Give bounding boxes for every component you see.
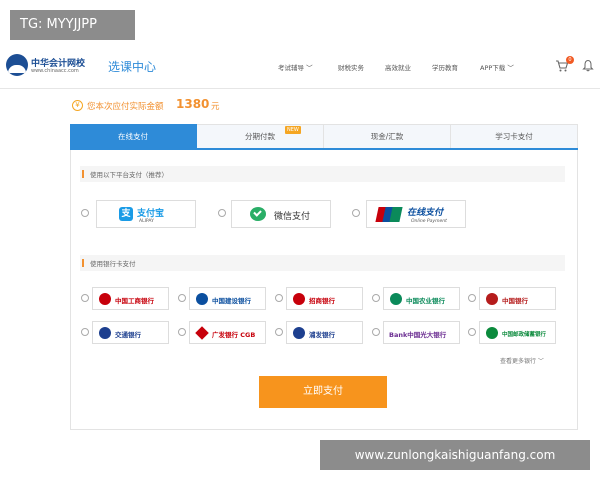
bank-spdb-label: 浦发银行 [309, 331, 335, 339]
amount-label: 您本次应付实际金额 [87, 102, 164, 112]
radio-bank-spdb[interactable] [275, 328, 283, 336]
boc-icon [486, 293, 498, 305]
radio-bank-boc[interactable] [468, 294, 476, 302]
bank-bocom-label: 交通银行 [115, 331, 141, 339]
logo-icon [6, 54, 28, 76]
tab-online-payment[interactable]: 在线支付 [70, 124, 197, 148]
radio-alipay[interactable] [81, 209, 89, 217]
radio-unionpay[interactable] [352, 209, 360, 217]
bank-cgb[interactable]: 广发银行 CGB [189, 321, 266, 344]
bank-ceb[interactable]: Bank中国光大银行 [383, 321, 460, 344]
unionpay-label: 在线支付 [407, 208, 444, 218]
bocom-icon [99, 327, 111, 339]
bank-ccb[interactable]: 中国建设银行 [189, 287, 266, 310]
bank-section-title: 使用银行卡支付 [90, 260, 136, 268]
alipay-icon: 支 [119, 207, 133, 221]
bank-section-header: 使用银行卡支付 [80, 255, 565, 271]
cmb-icon [293, 293, 305, 305]
new-badge: NEW [285, 126, 301, 134]
bank-boc[interactable]: 中国银行 [479, 287, 556, 310]
watermark-bottom: www.zunlongkaishiguanfang.com [320, 440, 590, 470]
radio-bank-cgb[interactable] [178, 328, 186, 336]
bank-bocom[interactable]: 交通银行 [92, 321, 169, 344]
alipay-sub: ALIPAY [139, 219, 154, 224]
section-marker [82, 170, 84, 178]
bank-boc-label: 中国银行 [502, 297, 528, 305]
bank-ccb-label: 中国建设银行 [212, 297, 251, 305]
option-unionpay[interactable]: 在线支付 Online Payment [366, 200, 466, 228]
bank-spdb[interactable]: 浦发银行 [286, 321, 363, 344]
bank-cgb-label: 广发银行 CGB [212, 331, 256, 339]
abc-icon [390, 293, 402, 305]
header-divider [0, 88, 600, 89]
ccb-icon [196, 293, 208, 305]
radio-wechat[interactable] [218, 209, 226, 217]
logo-url: www.chinaacc.com [31, 68, 79, 74]
payment-tabs: 在线支付 分期付款 NEW 现金/汇款 学习卡支付 [70, 124, 578, 150]
wechat-icon [250, 207, 266, 221]
nav-employment[interactable]: 高效就业 [385, 62, 411, 72]
page-title: 选课中心 [108, 60, 157, 74]
nav-tax-practice[interactable]: 财税实务 [338, 62, 364, 72]
pay-now-button[interactable]: 立即支付 [259, 376, 387, 408]
bank-cmb-label: 招商银行 [309, 297, 335, 305]
tab-cash-remittance[interactable]: 现金/汇款 [324, 124, 451, 148]
radio-bank-psbc[interactable] [468, 328, 476, 336]
radio-bank-abc[interactable] [372, 294, 380, 302]
bank-cmb[interactable]: 招商银行 [286, 287, 363, 310]
radio-bank-cmb[interactable] [275, 294, 283, 302]
bank-abc[interactable]: 中国农业银行 [383, 287, 460, 310]
bank-abc-label: 中国农业银行 [406, 297, 445, 305]
psbc-icon [486, 327, 498, 339]
cart-count-badge: 0 [566, 56, 574, 64]
unionpay-icon [375, 207, 403, 222]
radio-bank-bocom[interactable] [81, 328, 89, 336]
bank-icbc-label: 中国工商银行 [115, 297, 154, 305]
icbc-icon [99, 293, 111, 305]
bank-psbc[interactable]: 中国邮政储蓄银行 [479, 321, 556, 344]
bank-ceb-label: Bank中国光大银行 [389, 331, 447, 339]
yen-icon: ¥ [72, 100, 83, 111]
platform-section-header: 使用以下平台支付（推荐） [80, 166, 565, 182]
more-banks-link[interactable]: 查看更多银行 ﹀ [500, 356, 544, 365]
top-header: 中华会计网校 www.chinaacc.com 选课中心 考试辅导 ﹀ 财税实务… [0, 50, 600, 90]
tab-installment-label: 分期付款 [245, 132, 275, 141]
amount-value: 1380 [176, 97, 210, 111]
radio-bank-icbc[interactable] [81, 294, 89, 302]
nav-exam-tutoring[interactable]: 考试辅导 ﹀ [278, 62, 313, 72]
nav-education[interactable]: 学历教育 [432, 62, 458, 72]
unionpay-sub: Online Payment [411, 219, 447, 224]
bank-psbc-label: 中国邮政储蓄银行 [502, 332, 547, 338]
option-alipay[interactable]: 支 支付宝 ALIPAY [96, 200, 196, 228]
tab-study-card[interactable]: 学习卡支付 [451, 124, 578, 148]
tab-installment[interactable]: 分期付款 NEW [197, 124, 324, 148]
bank-icbc[interactable]: 中国工商银行 [92, 287, 169, 310]
cgb-icon [195, 326, 209, 340]
watermark-top: TG: MYYJJPP [10, 10, 135, 40]
wechat-label: 微信支付 [274, 212, 311, 222]
option-wechat[interactable]: 微信支付 [231, 200, 331, 228]
platform-section-title: 使用以下平台支付（推荐） [90, 171, 168, 179]
nav-app-download[interactable]: APP下载 ﹀ [480, 62, 514, 72]
spdb-icon [293, 327, 305, 339]
amount-unit: 元 [211, 102, 220, 112]
bell-icon[interactable] [582, 59, 594, 72]
section-marker [82, 259, 84, 267]
alipay-label: 支付宝 [137, 209, 165, 219]
radio-bank-ccb[interactable] [178, 294, 186, 302]
radio-bank-ceb[interactable] [372, 328, 380, 336]
